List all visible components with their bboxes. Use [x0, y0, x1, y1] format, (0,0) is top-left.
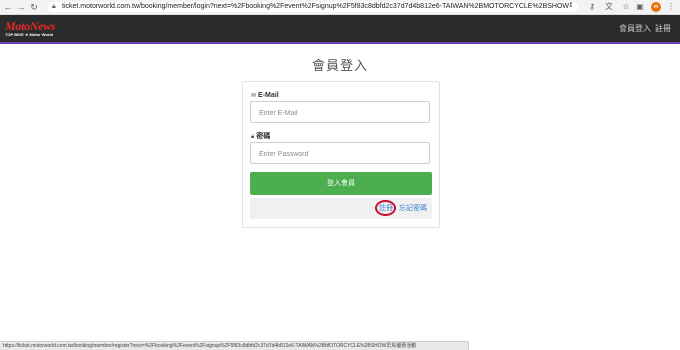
profile-avatar[interactable]: m — [651, 2, 661, 12]
email-label: ✉ E-Mail — [251, 91, 279, 101]
menu-icon[interactable]: ⋮ — [666, 2, 676, 12]
email-input[interactable] — [251, 103, 419, 124]
address-bar[interactable]: 🔒︎ ticket.motorworld.com.tw/booking/memb… — [48, 2, 578, 12]
site-logo[interactable]: MotoNews TOP BIKE ★ Motor World — [5, 20, 67, 38]
lock-icon: 🔒︎ — [251, 134, 255, 140]
password-label: 🔒︎ 密碼 — [251, 132, 270, 142]
email-label-text: E-Mail — [258, 92, 279, 99]
email-field[interactable] — [250, 101, 430, 124]
browser-toolbar: ← → ↻ 🔒︎ ticket.motorworld.com.tw/bookin… — [0, 0, 680, 15]
login-button[interactable]: 登入會員 — [250, 172, 432, 195]
password-field[interactable] — [250, 142, 430, 165]
logo-tagline: TOP BIKE ★ Motor World — [5, 32, 54, 37]
star-icon[interactable]: ☆ — [621, 2, 631, 12]
login-card: ✉E-Mail 🔒︎密碼 登入會員 註冊 忘記密碼 — [242, 81, 440, 228]
address-bar-url[interactable]: ticket.motorworld.com.tw/booking/member/… — [62, 2, 572, 12]
nav-login-link[interactable]: 會員登入 — [619, 24, 651, 34]
envelope-icon: ✉ — [251, 93, 257, 99]
logo-text: MotoNews — [5, 19, 56, 33]
lock-icon: 🔒︎ — [52, 3, 56, 10]
forgot-password-link[interactable]: 忘記密碼 — [399, 204, 427, 213]
password-input[interactable] — [251, 144, 419, 165]
card-footer: 註冊 忘記密碼 — [250, 198, 432, 219]
back-icon[interactable]: ← — [3, 2, 13, 12]
nav-register-link[interactable]: 註冊 — [655, 24, 671, 34]
translate-icon[interactable]: 文 — [604, 2, 614, 12]
password-label-text: 密碼 — [256, 133, 271, 140]
key-icon[interactable]: ⚷ — [587, 2, 597, 12]
extension-icon[interactable]: ▣ — [635, 2, 645, 12]
forward-icon[interactable]: → — [16, 2, 26, 12]
site-header: MotoNews TOP BIKE ★ Motor World 會員登入 註冊 — [0, 15, 680, 44]
reload-icon[interactable]: ↻ — [29, 2, 39, 12]
register-link[interactable]: 註冊 — [379, 204, 393, 213]
page-title: 會員登入 — [311, 58, 368, 73]
